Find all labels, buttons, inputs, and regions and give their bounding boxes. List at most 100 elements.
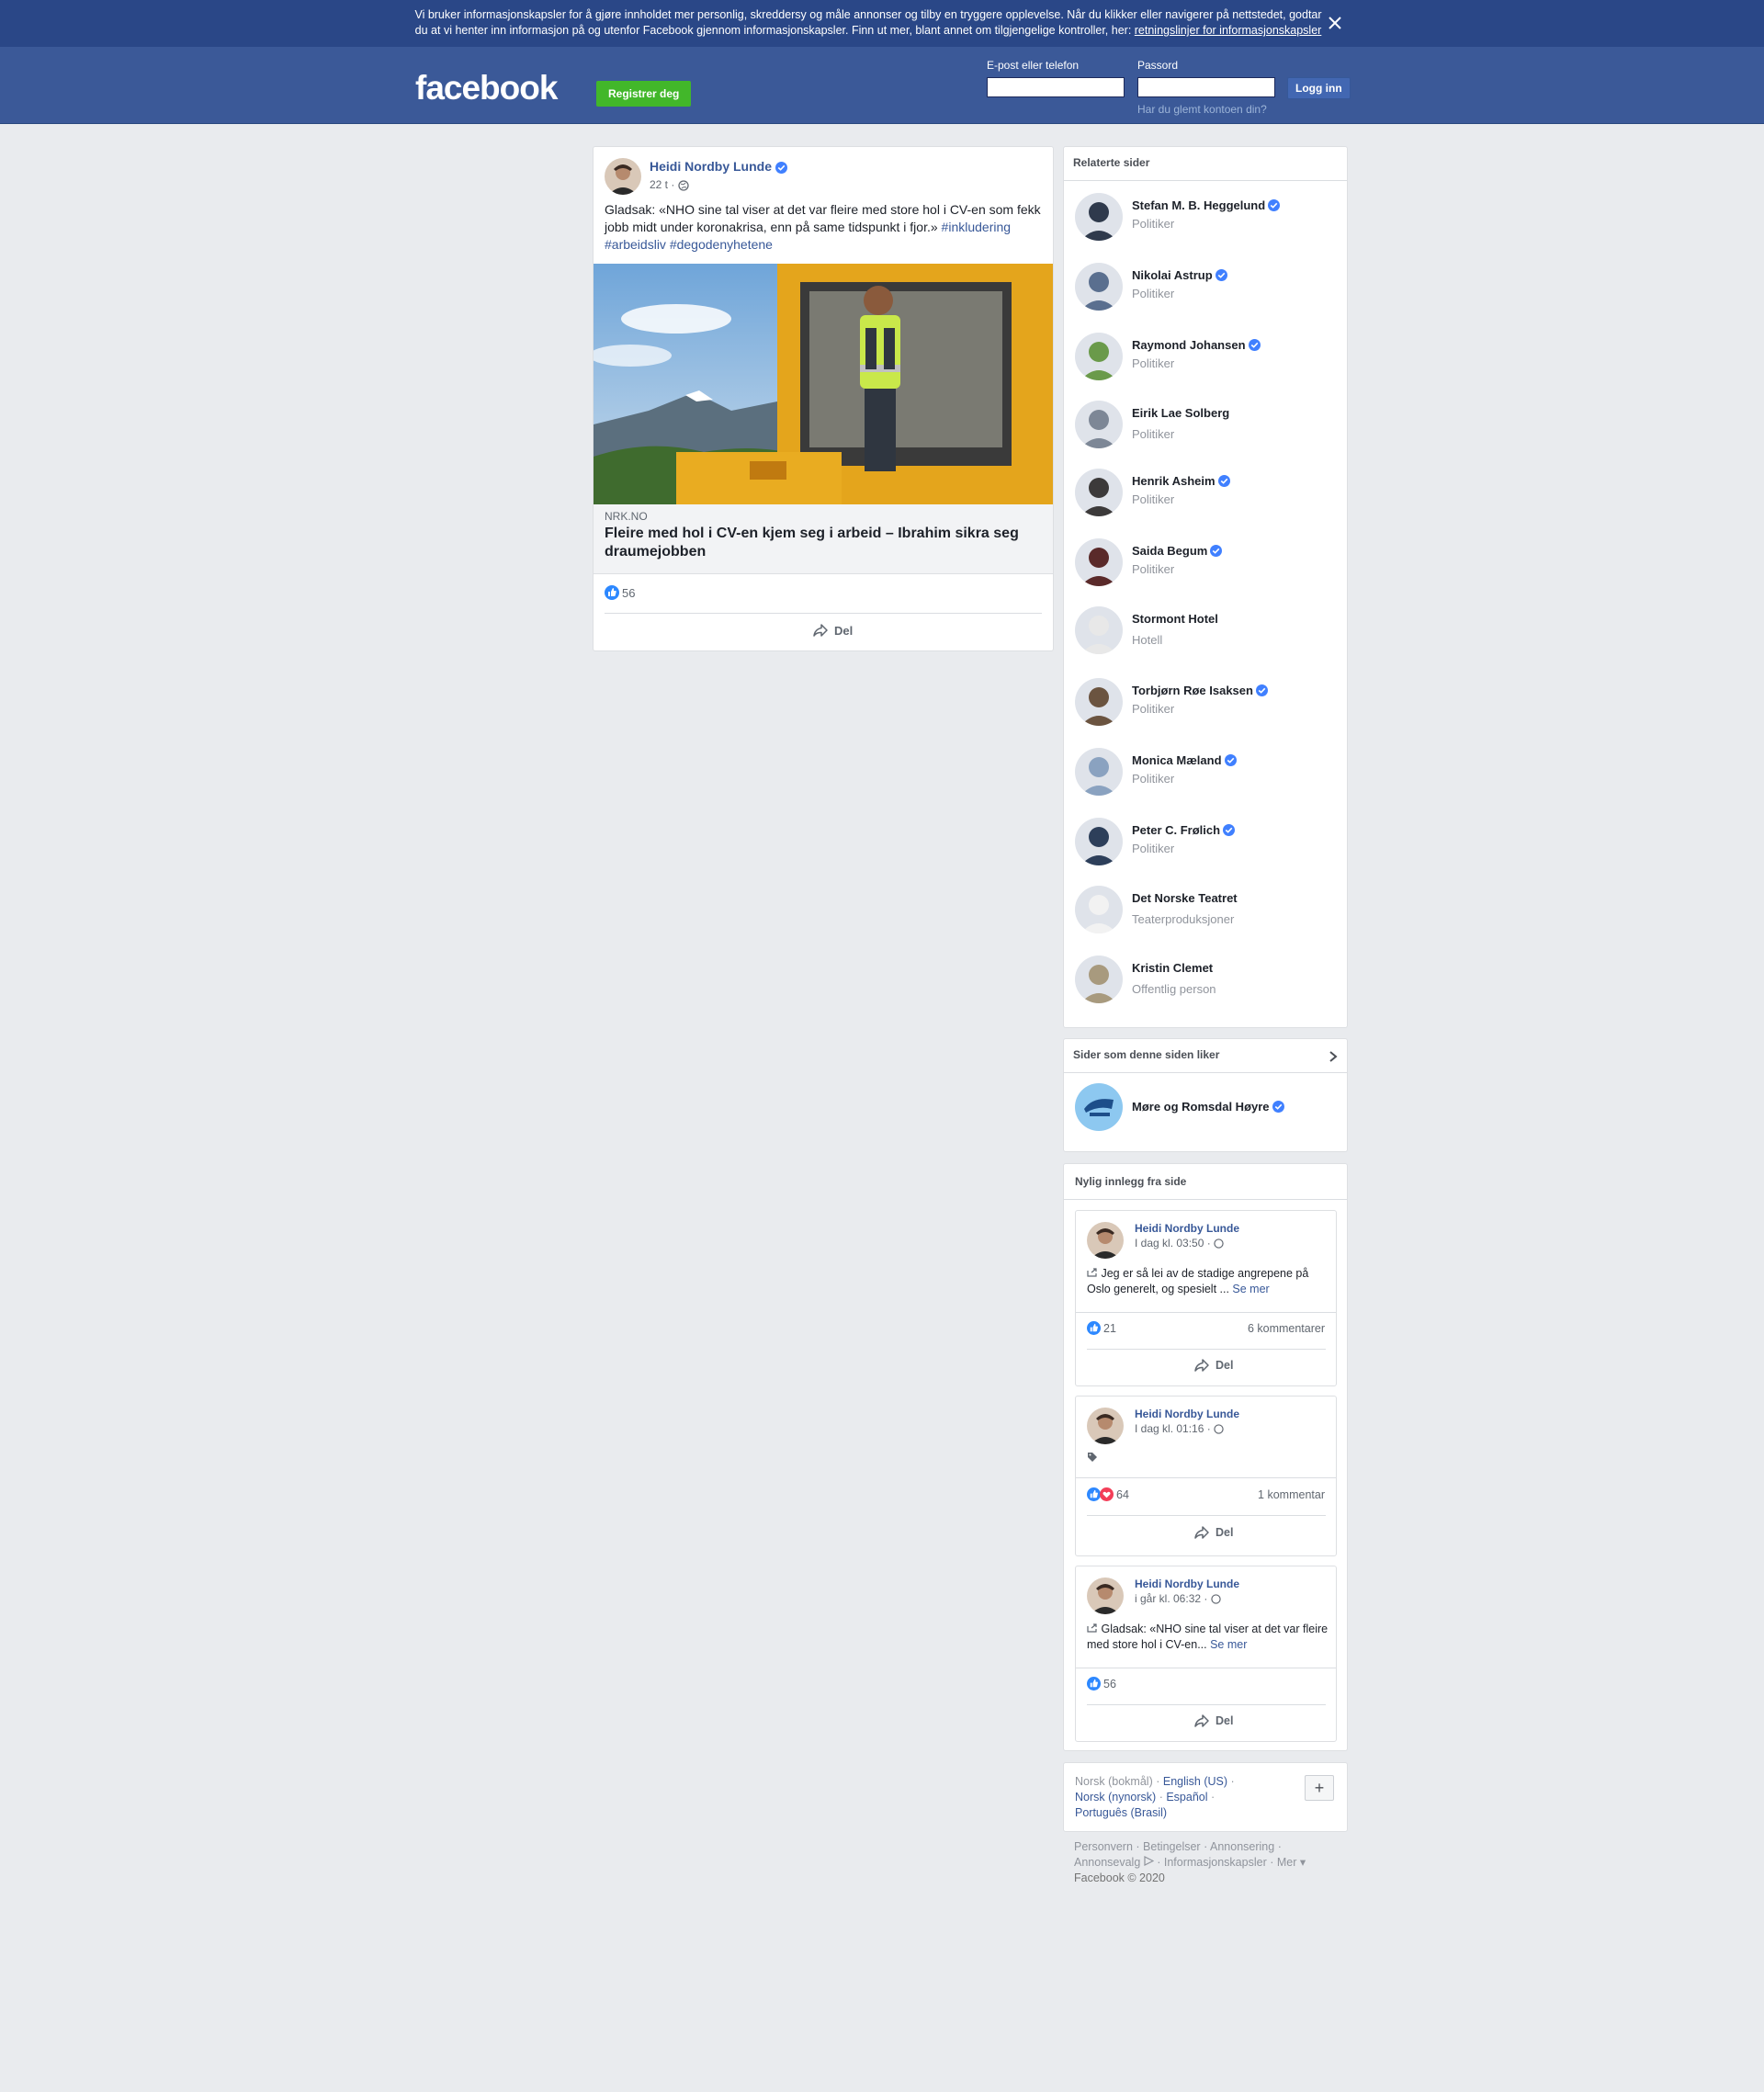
cookie-policy-link[interactable]: retningslinjer for informasjonskapsler xyxy=(1135,24,1322,37)
hashtag-link[interactable]: #arbeidsliv xyxy=(605,237,666,252)
related-page-name[interactable]: Monica Mæland xyxy=(1132,753,1237,767)
globe-icon xyxy=(678,180,689,191)
related-page-name[interactable]: Henrik Asheim xyxy=(1132,474,1230,488)
related-page-name[interactable]: Det Norske Teatret xyxy=(1132,891,1238,905)
recent-post-author[interactable]: Heidi Nordby Lunde xyxy=(1135,1222,1239,1235)
related-page-avatar[interactable] xyxy=(1075,401,1123,448)
related-page-name-text: Henrik Asheim xyxy=(1132,474,1216,488)
reactions-count[interactable]: 56 xyxy=(1087,1677,1116,1691)
link-image[interactable] xyxy=(594,264,1053,504)
login-button[interactable]: Logg inn xyxy=(1287,77,1351,99)
language-link[interactable]: Português (Brasil) xyxy=(1075,1806,1167,1819)
link-headline[interactable]: Fleire med hol i CV-en kjem seg i arbeid… xyxy=(605,525,1036,561)
comments-count[interactable]: 1 kommentar xyxy=(1258,1488,1325,1501)
verified-badge-icon xyxy=(1248,339,1261,351)
reactions-count[interactable]: 56 xyxy=(605,585,635,600)
verified-badge-icon xyxy=(1224,754,1237,766)
related-page-item[interactable]: Stormont Hotel Hotell xyxy=(1075,606,1341,656)
recent-post-author[interactable]: Heidi Nordby Lunde xyxy=(1135,1577,1239,1590)
footer-link[interactable]: Personvern xyxy=(1074,1840,1133,1853)
related-page-avatar[interactable] xyxy=(1075,748,1123,796)
related-page-category: Teaterproduksjoner xyxy=(1132,912,1235,926)
related-page-item[interactable]: Monica Mæland Politiker xyxy=(1075,748,1341,797)
share-button[interactable]: Del xyxy=(1193,1525,1233,1540)
related-page-item[interactable]: Det Norske Teatret Teaterproduksjoner xyxy=(1075,886,1341,935)
related-page-name[interactable]: Raymond Johansen xyxy=(1132,338,1261,352)
language-link[interactable]: Norsk (nynorsk) xyxy=(1075,1791,1156,1804)
related-page-name[interactable]: Nikolai Astrup xyxy=(1132,268,1227,282)
related-page-item[interactable]: Nikolai Astrup Politiker xyxy=(1075,263,1341,312)
related-page-item[interactable]: Peter C. Frølich Politiker xyxy=(1075,818,1341,867)
forgot-account-link[interactable]: Har du glemt kontoen din? xyxy=(1137,103,1267,116)
globe-icon xyxy=(1214,1424,1224,1435)
related-page-avatar[interactable] xyxy=(1075,818,1123,865)
recent-post-author[interactable]: Heidi Nordby Lunde xyxy=(1135,1408,1239,1420)
related-page-item[interactable]: Kristin Clemet Offentlig person xyxy=(1075,956,1341,1005)
recent-post[interactable]: Heidi Nordby Lunde I dag kl. 01:16 · 64 … xyxy=(1075,1396,1337,1556)
more-languages-button[interactable]: + xyxy=(1305,1775,1334,1801)
recent-post[interactable]: Heidi Nordby Lunde i går kl. 06:32 · Gla… xyxy=(1075,1566,1337,1742)
chevron-right-icon[interactable] xyxy=(1328,1050,1339,1063)
related-page-item[interactable]: Torbjørn Røe Isaksen Politiker xyxy=(1075,678,1341,728)
related-page-name[interactable]: Stefan M. B. Heggelund xyxy=(1132,198,1281,212)
recent-post-time-text: i går kl. 06:32 · xyxy=(1135,1592,1208,1605)
reactions-count[interactable]: 21 xyxy=(1087,1321,1116,1335)
recent-title: Nylig innlegg fra side xyxy=(1075,1175,1187,1188)
author-avatar[interactable] xyxy=(605,158,641,195)
hashtag-link[interactable]: #inkludering xyxy=(942,220,1012,234)
liked-title[interactable]: Sider som denne siden liker xyxy=(1073,1048,1219,1061)
comments-count[interactable]: 6 kommentarer xyxy=(1248,1322,1325,1335)
recent-post[interactable]: Heidi Nordby Lunde I dag kl. 03:50 · Jeg… xyxy=(1075,1210,1337,1386)
related-page-name[interactable]: Torbjørn Røe Isaksen xyxy=(1132,684,1268,697)
related-page-avatar[interactable] xyxy=(1075,886,1123,933)
love-reaction-icon xyxy=(1100,1487,1114,1501)
language-links: Norsk (bokmål) · English (US) · Norsk (n… xyxy=(1075,1775,1235,1819)
author-avatar[interactable] xyxy=(1087,1408,1124,1444)
footer-link[interactable]: Annonsering xyxy=(1210,1840,1274,1853)
see-more-link[interactable]: Se mer xyxy=(1232,1283,1269,1295)
share-button[interactable]: Del xyxy=(1193,1358,1233,1373)
adchoices-icon[interactable] xyxy=(1144,1856,1155,1866)
close-icon[interactable] xyxy=(1323,11,1347,35)
register-button[interactable]: Registrer deg xyxy=(596,81,692,107)
liked-page-item[interactable]: Møre og Romsdal Høyre xyxy=(1075,1083,1341,1133)
related-page-item[interactable]: Raymond Johansen Politiker xyxy=(1075,333,1341,382)
related-page-name[interactable]: Kristin Clemet xyxy=(1132,961,1213,975)
footer-link[interactable]: Informasjonskapsler xyxy=(1164,1856,1267,1869)
related-page-name[interactable]: Saida Begum xyxy=(1132,544,1223,558)
related-page-avatar[interactable] xyxy=(1075,956,1123,1003)
related-page-category: Politiker xyxy=(1132,842,1175,855)
hashtag-link[interactable]: #degodenyhetene xyxy=(670,237,773,252)
footer-link[interactable]: Mer xyxy=(1277,1856,1297,1869)
password-field[interactable] xyxy=(1137,77,1275,97)
link-preview[interactable]: nrk.no Fleire med hol i CV-en kjem seg i… xyxy=(594,504,1053,574)
related-page-name[interactable]: Eirik Lae Solberg xyxy=(1132,406,1229,420)
author-avatar[interactable] xyxy=(1087,1222,1124,1259)
related-page-avatar[interactable] xyxy=(1075,333,1123,380)
related-page-avatar[interactable] xyxy=(1075,193,1123,241)
related-page-avatar[interactable] xyxy=(1075,678,1123,726)
post-author[interactable]: Heidi Nordby Lunde xyxy=(650,159,787,174)
author-avatar[interactable] xyxy=(1087,1577,1124,1614)
footer-link[interactable]: Annonsevalg xyxy=(1074,1856,1140,1869)
share-button[interactable]: Del xyxy=(1193,1713,1233,1728)
related-page-item[interactable]: Henrik Asheim Politiker xyxy=(1075,469,1341,518)
facebook-logo[interactable]: facebook xyxy=(415,69,573,111)
email-field[interactable] xyxy=(987,77,1125,97)
related-page-item[interactable]: Saida Begum Politiker xyxy=(1075,538,1341,588)
related-page-name[interactable]: Stormont Hotel xyxy=(1132,612,1218,626)
related-page-item[interactable]: Stefan M. B. Heggelund Politiker xyxy=(1075,193,1341,243)
recent-post-time: i går kl. 06:32 · xyxy=(1135,1592,1221,1605)
language-link[interactable]: Español xyxy=(1166,1791,1207,1804)
see-more-link[interactable]: Se mer xyxy=(1210,1638,1247,1651)
related-page-avatar[interactable] xyxy=(1075,606,1123,654)
reactions-count[interactable]: 64 xyxy=(1087,1487,1129,1501)
related-page-avatar[interactable] xyxy=(1075,538,1123,586)
share-button[interactable]: Del xyxy=(812,623,853,638)
language-link[interactable]: English (US) xyxy=(1163,1775,1227,1788)
footer-link[interactable]: Betingelser xyxy=(1143,1840,1201,1853)
related-page-name[interactable]: Peter C. Frølich xyxy=(1132,823,1236,837)
related-page-avatar[interactable] xyxy=(1075,263,1123,311)
related-page-avatar[interactable] xyxy=(1075,469,1123,516)
related-page-item[interactable]: Eirik Lae Solberg Politiker xyxy=(1075,401,1341,450)
